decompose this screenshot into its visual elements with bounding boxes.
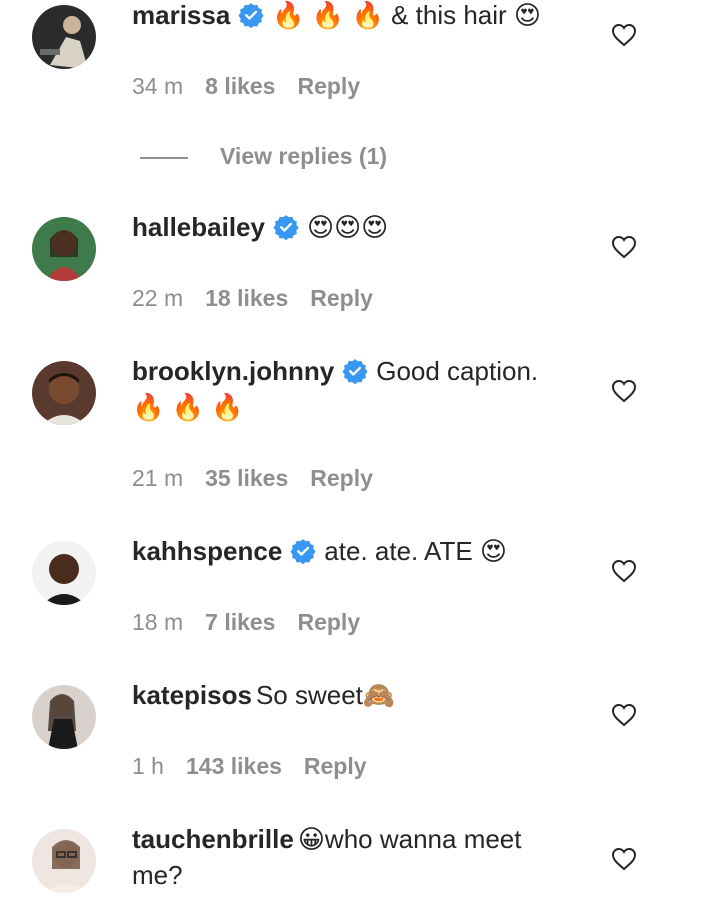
avatar[interactable] — [32, 685, 96, 749]
comment-username[interactable]: hallebailey — [132, 212, 265, 242]
comment-username[interactable]: kahhspence — [132, 536, 282, 566]
comment-time: 18 m — [132, 609, 184, 635]
avatar[interactable] — [32, 217, 96, 281]
heart-outline-icon[interactable] — [611, 379, 637, 403]
view-replies-label: View replies (1) — [220, 143, 388, 169]
heart-outline-icon[interactable] — [611, 703, 637, 727]
avatar[interactable] — [32, 361, 96, 425]
view-replies-button[interactable]: View replies (1) — [140, 143, 387, 170]
comment-text: 😍😍😍 — [306, 212, 389, 242]
comment-text: ate. ate. ATE 😍 — [324, 536, 508, 566]
comment-meta: 1 h 143 likes Reply — [132, 751, 389, 781]
comment-text: 🔥 🔥 🔥 & this hair 😍 — [272, 0, 542, 30]
comment-body: marissa 🔥 🔥 🔥 & this hair 😍 — [132, 0, 572, 33]
comment-username[interactable]: brooklyn.johnny — [132, 356, 334, 386]
comment-username[interactable]: marissa — [132, 0, 230, 30]
comment-body: kahhspence ate. ate. ATE 😍 — [132, 533, 572, 569]
verified-badge-icon — [273, 214, 299, 240]
comment-likes[interactable]: 8 likes — [205, 73, 275, 99]
comment-time: 21 m — [132, 465, 184, 491]
verified-badge-icon — [342, 358, 368, 384]
heart-outline-icon[interactable] — [611, 235, 637, 259]
heart-outline-icon[interactable] — [611, 559, 637, 583]
verified-badge-icon — [238, 2, 264, 28]
comment-likes[interactable]: 7 likes — [205, 609, 275, 635]
comment-body: hallebailey 😍😍😍 — [132, 209, 572, 245]
comment-username[interactable]: katepisos — [132, 680, 252, 710]
comment-text: So sweet🙈 — [255, 680, 396, 710]
avatar[interactable] — [32, 829, 96, 893]
view-replies-line — [140, 156, 188, 159]
comment-meta: 34 m 8 likes Reply — [132, 71, 382, 101]
comment-likes[interactable]: 18 likes — [205, 285, 288, 311]
heart-outline-icon[interactable] — [611, 847, 637, 871]
comment-meta: 22 m 18 likes Reply — [132, 283, 395, 313]
comment-time: 34 m — [132, 73, 184, 99]
comment-time: 1 h — [132, 753, 164, 779]
comment-likes[interactable]: 143 likes — [186, 753, 282, 779]
comments-list: marissa 🔥 🔥 🔥 & this hair 😍 34 m 8 likes Re… — [0, 0, 720, 906]
reply-button[interactable]: Reply — [304, 753, 367, 779]
comment-body: tauchenbrille 😀who wanna meet me? — [132, 821, 572, 893]
comment-username[interactable]: tauchenbrille — [132, 824, 294, 854]
avatar[interactable] — [32, 541, 96, 605]
avatar[interactable] — [32, 5, 96, 69]
verified-badge-icon — [290, 538, 316, 564]
comment-likes[interactable]: 35 likes — [205, 465, 288, 491]
comment-meta: 18 m 7 likes Reply — [132, 607, 382, 637]
heart-outline-icon[interactable] — [611, 23, 637, 47]
comment-meta: 21 m 35 likes Reply — [132, 463, 395, 493]
reply-button[interactable]: Reply — [297, 609, 360, 635]
reply-button[interactable]: Reply — [310, 465, 373, 491]
comment-body: brooklyn.johnny Good caption. 🔥 🔥 🔥 — [132, 353, 572, 425]
comment-time: 22 m — [132, 285, 184, 311]
reply-button[interactable]: Reply — [297, 73, 360, 99]
reply-button[interactable]: Reply — [310, 285, 373, 311]
comment-body: katepisos So sweet🙈 — [132, 677, 572, 713]
